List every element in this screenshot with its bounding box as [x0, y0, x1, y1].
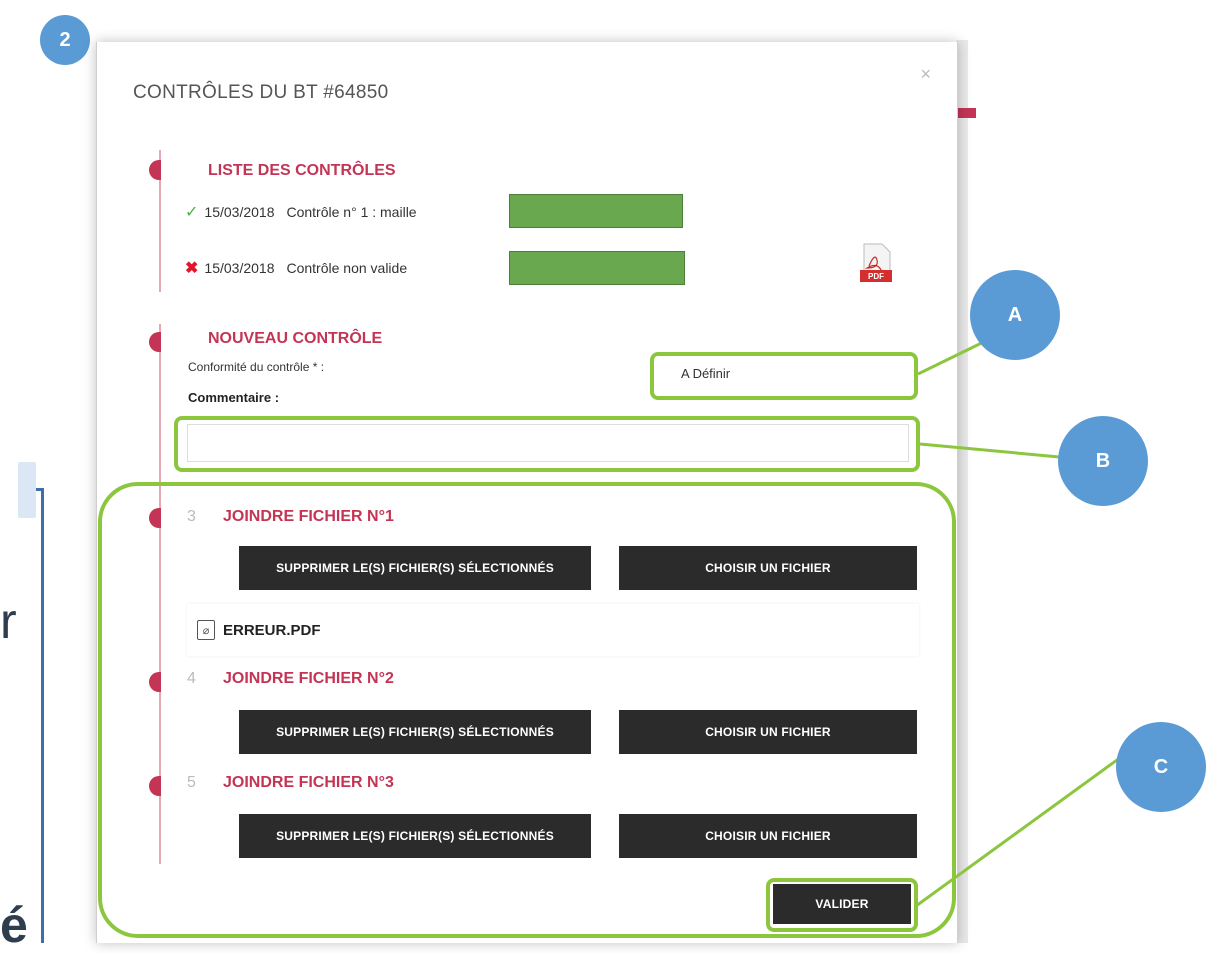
- callout-b: B: [1058, 416, 1148, 506]
- callout-c: C: [1116, 722, 1206, 812]
- callout-a: A: [970, 270, 1060, 360]
- callout-leader-lines: [915, 332, 1129, 908]
